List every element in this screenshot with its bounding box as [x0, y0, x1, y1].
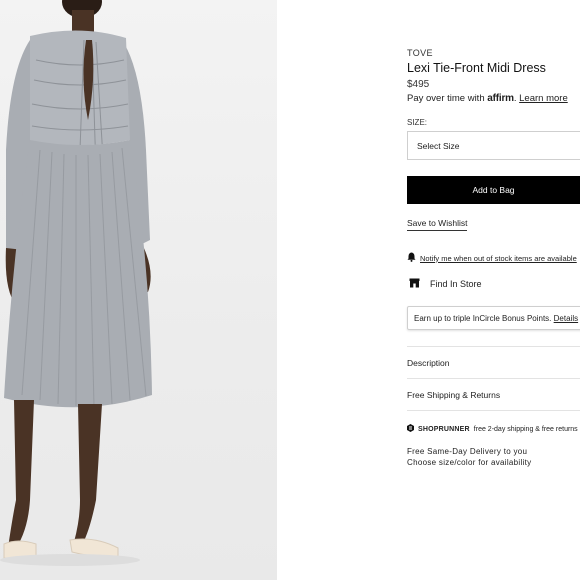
financing-message: Pay over time with affirm. Learn more	[407, 93, 568, 104]
description-accordion[interactable]: Description	[407, 358, 450, 368]
shoprunner-banner: SHOPRUNNER free 2-day shipping & free re…	[407, 424, 578, 434]
same-day-delivery: Free Same-Day Delivery to you Choose siz…	[407, 446, 531, 468]
shoprunner-brand: SHOPRUNNER	[418, 425, 470, 433]
product-title: Lexi Tie-Front Midi Dress	[407, 61, 546, 75]
affirm-logo: affirm	[487, 93, 514, 104]
same-day-line2: Choose size/color for availability	[407, 458, 532, 467]
model-in-dress-illustration	[0, 0, 152, 566]
learn-more-link[interactable]: Learn more	[519, 93, 568, 104]
store-icon	[409, 278, 420, 290]
notify-link[interactable]: Notify me when out of stock items are av…	[420, 254, 577, 263]
same-day-line1: Free Same-Day Delivery to you	[407, 447, 528, 456]
product-image[interactable]	[0, 0, 277, 580]
bell-icon	[407, 252, 416, 264]
find-in-store-button[interactable]: Find In Store	[409, 278, 482, 290]
divider	[407, 410, 580, 411]
size-label: SIZE:	[407, 118, 428, 127]
find-in-store-label: Find In Store	[430, 279, 482, 289]
incircle-details-link[interactable]: Details	[554, 314, 578, 323]
incircle-banner: Earn up to triple InCircle Bonus Points.…	[407, 306, 580, 330]
product-brand[interactable]: TOVE	[407, 48, 433, 58]
product-price: $495	[407, 79, 430, 90]
shoprunner-text: free 2-day shipping & free returns	[473, 425, 578, 433]
save-to-wishlist-link[interactable]: Save to Wishlist	[407, 218, 468, 231]
size-select[interactable]: Select Size	[407, 131, 580, 160]
financing-prefix: Pay over time with	[407, 93, 485, 104]
divider	[407, 378, 580, 379]
product-details-panel: TOVE Lexi Tie-Front Midi Dress $495 Pay …	[407, 0, 580, 580]
add-to-bag-button[interactable]: Add to Bag	[407, 176, 580, 204]
divider	[407, 346, 580, 347]
shipping-returns-accordion[interactable]: Free Shipping & Returns	[407, 390, 500, 400]
shoprunner-logo-icon	[407, 424, 414, 434]
notify-row: Notify me when out of stock items are av…	[407, 252, 577, 264]
incircle-text: Earn up to triple InCircle Bonus Points.	[414, 314, 552, 323]
